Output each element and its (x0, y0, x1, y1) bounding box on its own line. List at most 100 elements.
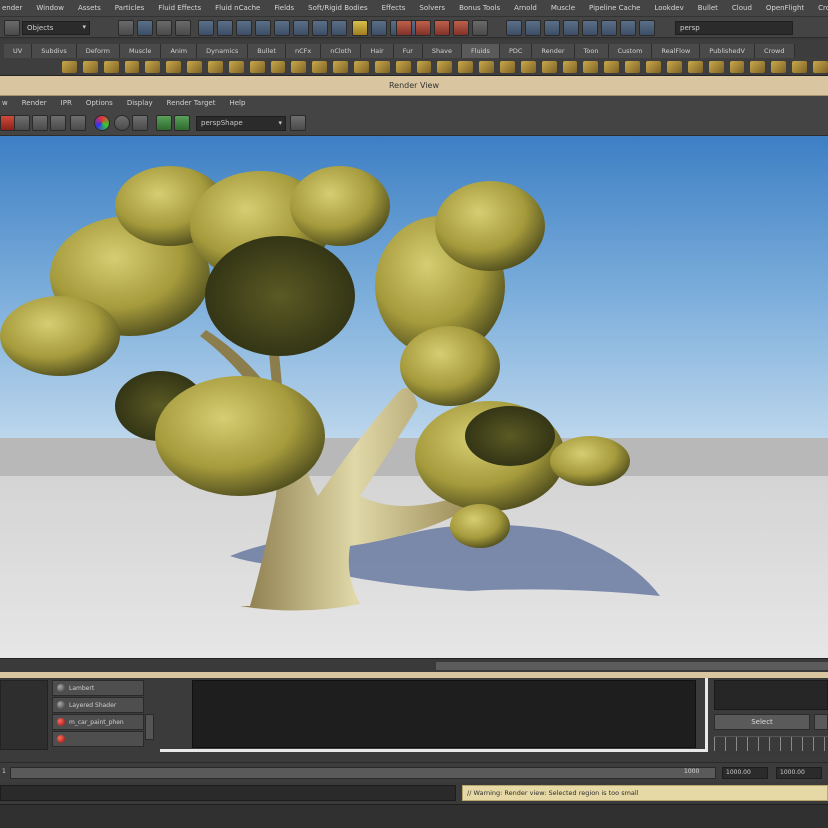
list-item[interactable] (52, 731, 144, 747)
render-view-title-bar[interactable]: Render View (0, 76, 828, 96)
menu-item[interactable]: Window (36, 4, 64, 12)
fluid-container-icon[interactable] (124, 60, 140, 73)
fluid-container-icon[interactable] (666, 60, 682, 73)
menu-item[interactable]: Particles (115, 4, 145, 12)
fluid-container-icon[interactable] (604, 60, 620, 73)
fluid-container-icon[interactable] (187, 60, 203, 73)
menu-item[interactable]: Arnold (514, 4, 537, 12)
fluid-container-icon[interactable] (750, 60, 766, 73)
shelf-tab[interactable]: Muscle (119, 44, 162, 58)
panel-icon[interactable] (582, 20, 598, 36)
refresh-icon[interactable] (50, 115, 66, 131)
fluid-container-icon[interactable] (291, 60, 307, 73)
menu-item[interactable]: Lookdev (654, 4, 683, 12)
hypershade-icon[interactable] (472, 20, 488, 36)
shelf-tab[interactable]: PDC (499, 44, 533, 58)
panel-icon[interactable] (601, 20, 617, 36)
file-icon[interactable] (4, 20, 20, 36)
fluid-container-icon[interactable] (792, 60, 807, 73)
shelf-tab[interactable]: Fur (393, 44, 423, 58)
menu-item[interactable]: Render Target (167, 99, 216, 107)
mask-dynamic-icon[interactable] (293, 20, 309, 36)
fluid-container-icon[interactable] (500, 60, 515, 73)
shelf-tab[interactable]: nCloth (321, 44, 362, 58)
alpha-channel-icon[interactable] (114, 115, 130, 131)
fluid-container-icon[interactable] (103, 60, 119, 73)
fluid-container-icon[interactable] (520, 60, 536, 73)
menu-item[interactable]: Soft/Rigid Bodies (308, 4, 367, 12)
fluid-container-icon[interactable] (458, 60, 474, 73)
open-render-view-icon[interactable] (396, 20, 412, 36)
fluid-container-icon[interactable] (312, 60, 328, 73)
render-settings-icon[interactable] (453, 20, 469, 36)
fluid-container-icon[interactable] (208, 60, 223, 73)
magnet-icon[interactable] (352, 20, 368, 36)
menu-item[interactable]: Fields (274, 4, 294, 12)
mask-joint-icon[interactable] (217, 20, 233, 36)
menu-item[interactable]: Muscle (551, 4, 575, 12)
fluid-container-icon[interactable] (354, 60, 369, 73)
menu-item[interactable]: Assets (78, 4, 101, 12)
mask-deform-icon[interactable] (274, 20, 290, 36)
render-view-scrollbar[interactable] (0, 658, 828, 672)
command-input[interactable] (0, 785, 456, 801)
panel-icon[interactable] (506, 20, 522, 36)
fluid-container-icon[interactable] (228, 60, 244, 73)
fluid-container-icon[interactable] (479, 60, 495, 73)
fluid-container-icon[interactable] (541, 60, 557, 73)
menu-item[interactable]: Solvers (419, 4, 445, 12)
shelf-tab-active[interactable]: Fluids (461, 44, 500, 58)
select-component-icon[interactable] (156, 20, 172, 36)
render-frame-icon[interactable] (415, 20, 431, 36)
rgb-channel-icon[interactable] (94, 115, 110, 131)
camera-attributes-icon[interactable] (290, 115, 306, 131)
material-list-scrollbar[interactable] (145, 714, 154, 740)
fluid-container-icon[interactable] (562, 60, 578, 73)
select-object-icon[interactable] (137, 20, 153, 36)
select-hierarchy-icon[interactable] (118, 20, 134, 36)
menu-item[interactable]: CrowdRender (818, 4, 828, 12)
menu-item[interactable]: Bonus Tools (459, 4, 500, 12)
select-button[interactable]: Select (714, 714, 810, 730)
fluid-container-icon[interactable] (249, 60, 265, 73)
shelf-tab[interactable]: Hair (361, 44, 394, 58)
shelf-tab[interactable]: Dynamics (197, 44, 249, 58)
ipr-render-icon[interactable] (434, 20, 450, 36)
display-options-icon[interactable] (156, 115, 172, 131)
snap-grid-icon[interactable] (371, 20, 387, 36)
fluid-container-icon[interactable] (416, 60, 432, 73)
fluid-container-icon[interactable] (625, 60, 641, 73)
menu-item[interactable]: IPR (61, 99, 72, 107)
shelf-tab[interactable]: Anim (161, 44, 198, 58)
fluid-container-icon[interactable] (729, 60, 745, 73)
keep-image-icon[interactable] (70, 115, 86, 131)
shelf-tab[interactable]: Subdivs (32, 44, 77, 58)
fluid-container-icon[interactable] (395, 60, 411, 73)
mask-handle-icon[interactable] (198, 20, 214, 36)
shelf-tab[interactable]: Bullet (248, 44, 286, 58)
menu-item[interactable]: OpenFlight (766, 4, 804, 12)
shelf-tab[interactable]: RealFlow (652, 44, 701, 58)
menu-item[interactable]: Display (127, 99, 153, 107)
scrollbar-thumb[interactable] (436, 662, 828, 670)
shelf-tab[interactable]: Toon (574, 44, 609, 58)
menu-item[interactable]: Help (229, 99, 245, 107)
frame-ruler[interactable] (714, 736, 828, 758)
range-end-field[interactable]: 1000.00 (776, 767, 822, 779)
fluid-container-icon[interactable] (62, 60, 77, 73)
panel-icon[interactable] (563, 20, 579, 36)
shelf-tab[interactable]: nCFx (285, 44, 322, 58)
selection-mode-select[interactable]: Objects ▾ (22, 21, 90, 35)
panel-icon[interactable] (544, 20, 560, 36)
render-view-image[interactable] (0, 136, 828, 658)
menu-item[interactable]: Options (86, 99, 113, 107)
shelf-tab[interactable]: Custom (608, 44, 653, 58)
hypershade-work-area[interactable] (192, 680, 696, 748)
list-item[interactable]: Lambert (52, 680, 144, 696)
mask-render-icon[interactable] (312, 20, 328, 36)
fluid-container-icon[interactable] (374, 60, 390, 73)
snapshot-icon[interactable] (32, 115, 48, 131)
lock-selection-icon[interactable] (175, 20, 191, 36)
shelf-tab[interactable]: Shave (422, 44, 462, 58)
camera-field[interactable]: persp (675, 21, 793, 35)
